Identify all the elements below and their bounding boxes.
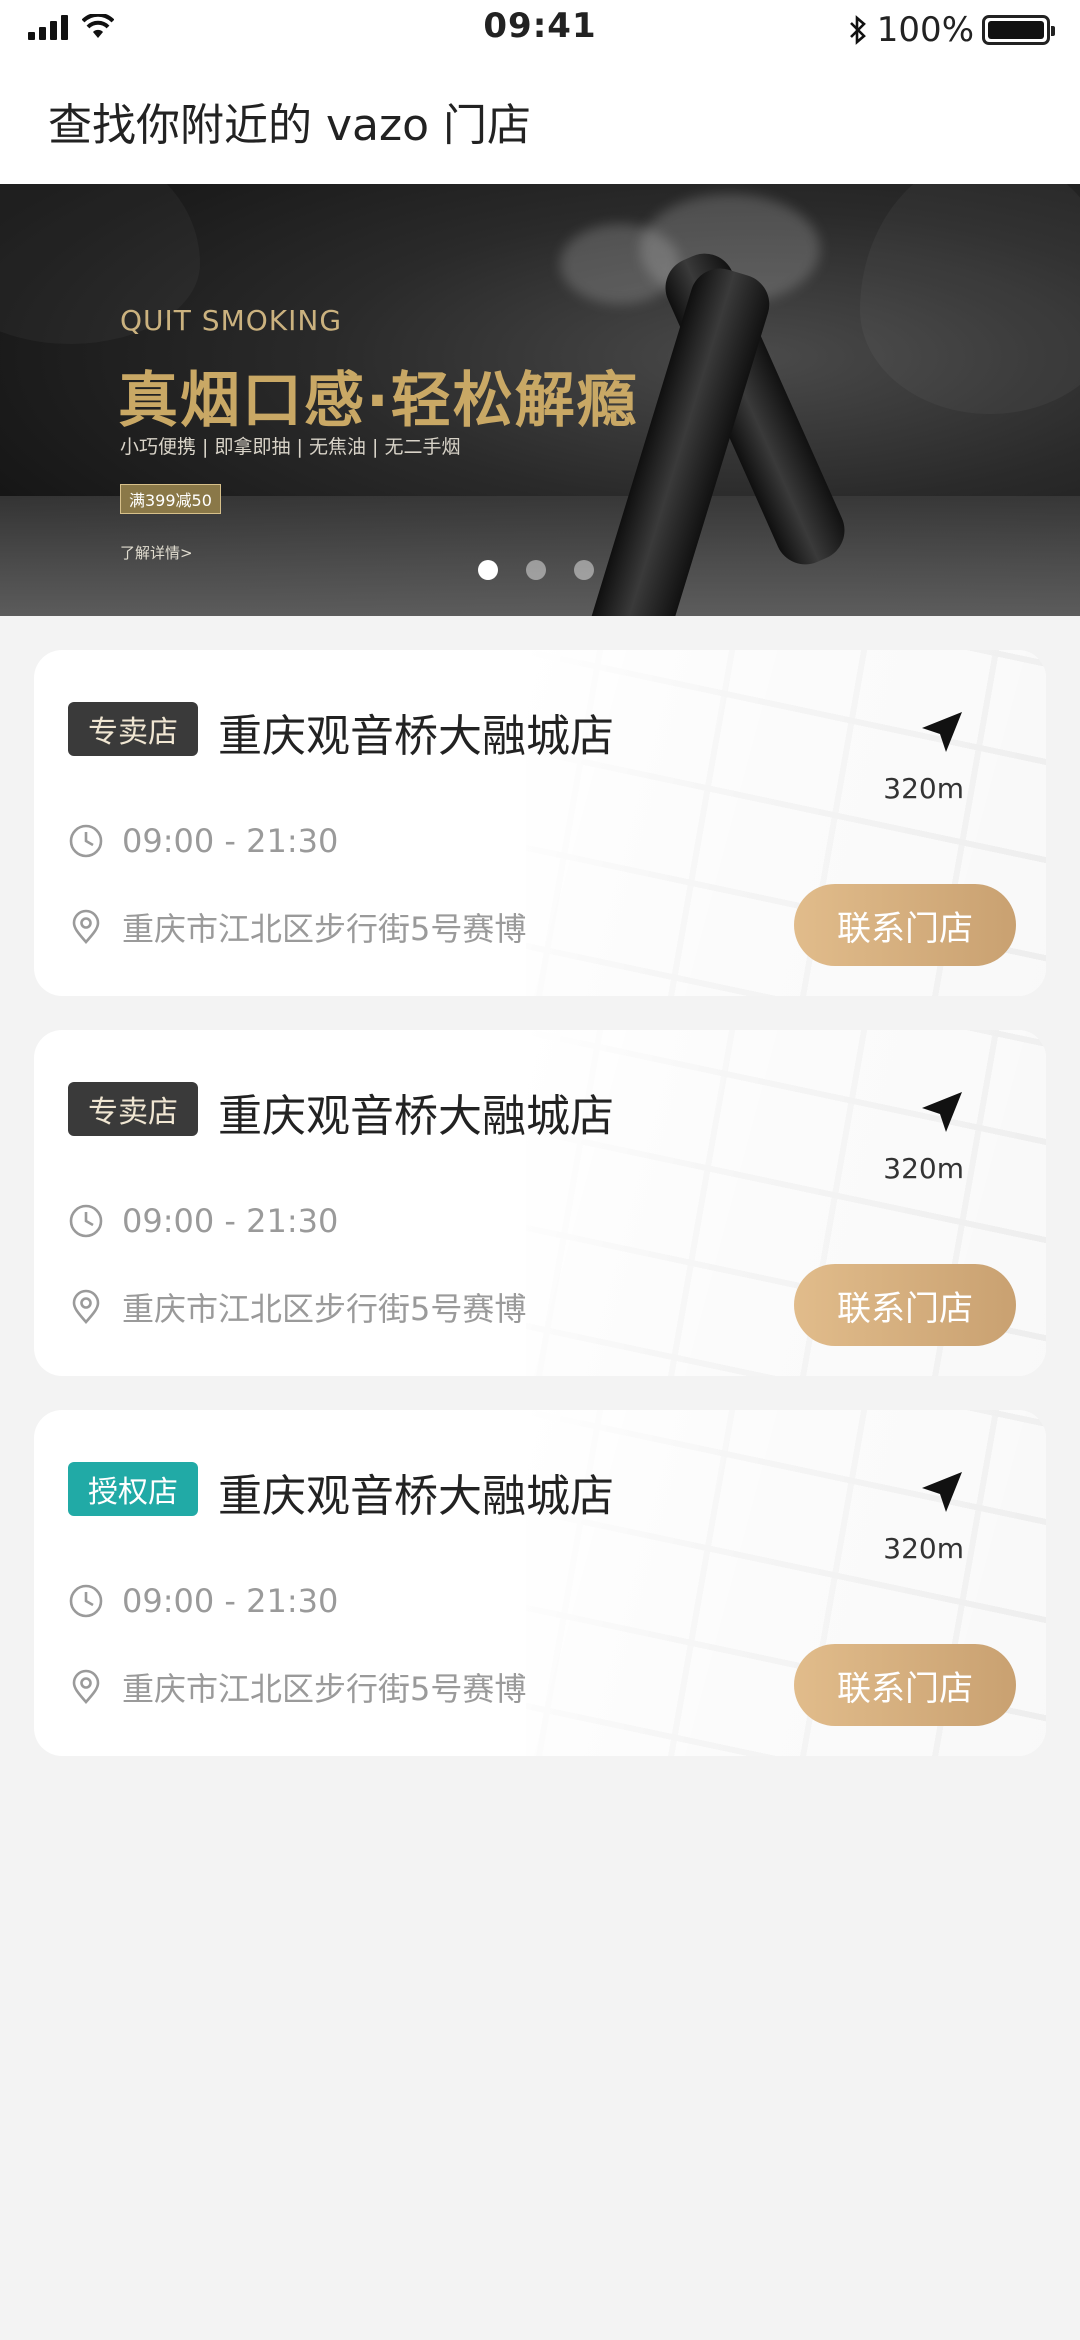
store-card[interactable]: 专卖店 重庆观音桥大融城店 320m 09:00 - 21:30 重庆市江北区步… [34,650,1046,996]
battery-percent: 100% [876,10,974,50]
store-type-badge: 专卖店 [68,1082,198,1136]
navigation-arrow-icon[interactable] [918,708,966,756]
store-address: 重庆市江北区步行街5号赛博 [122,910,527,948]
page-header: 查找你附近的 vazo 门店 [0,58,1080,184]
hours-row: 09:00 - 21:30 [68,822,338,860]
navigation-arrow-icon[interactable] [918,1468,966,1516]
store-card[interactable]: 授权店 重庆观音桥大融城店 320m 09:00 - 21:30 重庆市江北区步… [34,1410,1046,1756]
store-card[interactable]: 专卖店 重庆观音桥大融城店 320m 09:00 - 21:30 重庆市江北区步… [34,1030,1046,1376]
leaf-decoration [860,184,1080,414]
store-name: 重庆观音桥大融城店 [218,711,614,762]
address-row: 重庆市江北区步行街5号赛博 [68,1284,526,1330]
navigation-arrow-icon[interactable] [918,1088,966,1136]
location-pin-icon [72,1669,100,1704]
store-distance: 320m [883,772,964,805]
address-row: 重庆市江北区步行街5号赛博 [68,904,526,950]
store-name: 重庆观音桥大融城店 [218,1471,614,1522]
learn-more-link[interactable]: 了解详情> [120,542,193,563]
smoke-decoration [560,224,680,304]
bluetooth-icon [849,15,866,45]
store-distance: 320m [883,1532,964,1565]
store-address: 重庆市江北区步行街5号赛博 [122,1670,527,1708]
store-name: 重庆观音桥大融城店 [218,1091,614,1142]
location-pin-icon [72,1289,100,1324]
store-address: 重庆市江北区步行街5号赛博 [122,1290,527,1328]
contact-store-button[interactable]: 联系门店 [794,884,1016,966]
location-pin-icon [72,909,100,944]
carousel-dot[interactable] [478,560,498,580]
promo-tag: 满399减50 [120,484,221,514]
carousel-dot[interactable] [526,560,546,580]
carousel-indicator [478,560,594,580]
page-title: 查找你附近的 vazo 门店 [48,100,531,151]
contact-store-button[interactable]: 联系门店 [794,1644,1016,1726]
contact-store-button[interactable]: 联系门店 [794,1264,1016,1346]
banner-headline: 真烟口感·轻松解瘾 [118,366,639,436]
store-type-badge: 专卖店 [68,702,198,756]
store-hours: 09:00 - 21:30 [122,1202,339,1240]
store-type-badge: 授权店 [68,1462,198,1516]
hours-row: 09:00 - 21:30 [68,1582,338,1620]
store-hours: 09:00 - 21:30 [122,822,339,860]
status-right: 100% [847,10,1055,50]
status-bar: 09:41 100% [0,0,1080,58]
battery-icon [982,15,1055,45]
promo-banner[interactable]: QUIT SMOKING 真烟口感·轻松解瘾 小巧便携 | 即拿即抽 | 无焦油… [0,184,1080,616]
banner-features: 小巧便携 | 即拿即抽 | 无焦油 | 无二手烟 [120,436,461,458]
clock-icon [69,1584,103,1618]
store-hours: 09:00 - 21:30 [122,1582,339,1620]
banner-subtitle-en: QUIT SMOKING [120,304,343,337]
store-distance: 320m [883,1152,964,1185]
clock-icon [69,824,103,858]
clock-icon [69,1204,103,1238]
carousel-dot[interactable] [574,560,594,580]
address-row: 重庆市江北区步行街5号赛博 [68,1664,526,1710]
store-list: 专卖店 重庆观音桥大融城店 320m 09:00 - 21:30 重庆市江北区步… [34,650,1046,1790]
hours-row: 09:00 - 21:30 [68,1202,338,1240]
